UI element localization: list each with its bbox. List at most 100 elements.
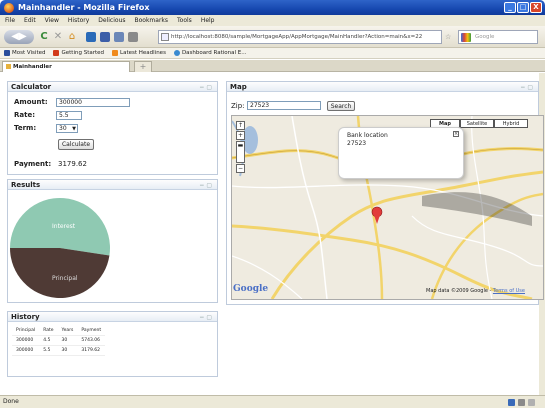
map-info-window: Bank location 27523 × [338, 127, 464, 179]
calculator-panel: Calculator −▢ Amount: 300000 Rate: 5.5 T… [7, 81, 218, 175]
menu-bar: File Edit View History Delicious Bookmar… [0, 15, 545, 26]
menu-help[interactable]: Help [201, 15, 215, 26]
bookmarks-bar: Most Visited Getting Started Latest Head… [0, 48, 545, 59]
results-header: Results −▢ [8, 180, 217, 190]
table-cell: 5743.06 [77, 335, 106, 346]
rss-icon [112, 50, 119, 56]
status-text: Done [3, 398, 19, 405]
menu-history[interactable]: History [68, 15, 89, 26]
history-table: Principal Rate Years Payment 300000 4.5 … [12, 326, 106, 356]
minimize-button[interactable]: _ [504, 2, 516, 13]
status-bar: Done [0, 395, 545, 408]
menu-bookmarks[interactable]: Bookmarks [135, 15, 169, 26]
table-cell: 300000 [12, 335, 40, 346]
delicious-icon[interactable] [86, 32, 96, 42]
chevron-down-icon: ▼ [72, 126, 76, 132]
rate-label: Rate: [14, 111, 36, 119]
rate-field[interactable]: 5.5 [56, 111, 82, 120]
column-header: Principal [12, 326, 40, 336]
back-forward-button[interactable]: ◀▶ [4, 30, 34, 44]
bookmark-dashboard[interactable]: Dashboard Rational E... [173, 48, 247, 58]
info-close-icon[interactable]: × [453, 131, 459, 137]
new-tab-button[interactable]: + [134, 61, 152, 72]
bookmark-most-visited[interactable]: Most Visited [4, 48, 45, 58]
panel-controls-icon[interactable]: −▢ [199, 83, 214, 93]
tab-mainhandler[interactable]: Mainhandler [2, 61, 130, 72]
pie-label-interest: Interest [52, 223, 76, 230]
dashboard-icon [173, 50, 180, 56]
term-value: 30 [59, 125, 67, 132]
pie-label-principal: Principal [52, 275, 78, 282]
search-input[interactable]: Google [458, 30, 538, 44]
home-icon[interactable]: ⌂ [66, 30, 78, 44]
bookmark-icon[interactable] [100, 32, 110, 42]
info-window-title: Bank location [347, 132, 388, 139]
tab-strip: Mainhandler + [0, 60, 545, 72]
bookmark-getting-started[interactable]: Getting Started [53, 48, 104, 58]
zoom-in-button[interactable]: + [236, 131, 245, 140]
calculate-button[interactable]: Calculate [58, 139, 94, 150]
stop-icon[interactable]: ✕ [52, 30, 64, 44]
history-header: History −▢ [8, 312, 217, 322]
most-visited-icon [4, 50, 10, 56]
menu-file[interactable]: File [5, 15, 15, 26]
delicious-status-icon[interactable] [508, 399, 515, 406]
map-copyright-text: Map data ©2009 Google - [426, 288, 493, 294]
navigation-toolbar: ◀▶ C ✕ ⌂ http://localhost:8080/sample/Mo… [0, 26, 545, 48]
address-bar[interactable]: http://localhost:8080/sample/MortgageApp… [158, 30, 442, 44]
tab-label: Mainhandler [13, 64, 52, 70]
menu-view[interactable]: View [45, 15, 59, 26]
google-map[interactable]: ↑ + ▬ − Map Satellite Hybrid Bank locati… [231, 115, 544, 300]
payment-label: Payment: [14, 160, 52, 168]
column-header: Rate [39, 326, 58, 336]
close-window-button[interactable]: X [530, 2, 542, 13]
table-cell: 300000 [12, 345, 40, 356]
pan-up-icon[interactable]: ↑ [236, 121, 245, 130]
search-placeholder: Google [475, 34, 495, 40]
payment-value: 3179.62 [58, 160, 87, 168]
results-panel: Results −▢ Interest Principal [7, 179, 218, 303]
results-title: Results [11, 181, 41, 189]
window-title-bar: Mainhandler - Mozilla Firefox _ □ X [0, 0, 545, 15]
bookmark-latest-headlines[interactable]: Latest Headlines [112, 48, 166, 58]
addon-status-icon[interactable] [518, 399, 525, 406]
map-search-button[interactable]: Search [327, 101, 355, 111]
zip-label: Zip: [231, 102, 245, 110]
term-label: Term: [14, 124, 37, 132]
results-pie-chart [10, 197, 110, 298]
panel-controls-icon[interactable]: −▢ [520, 83, 535, 93]
table-cell: 3179.62 [77, 345, 106, 356]
google-icon [461, 33, 471, 42]
menu-delicious[interactable]: Delicious [98, 15, 125, 26]
map-type-hybrid-button[interactable]: Hybrid [494, 119, 528, 128]
panel-controls-icon[interactable]: −▢ [199, 313, 214, 323]
resize-grip-icon [528, 399, 535, 406]
map-type-satellite-button[interactable]: Satellite [460, 119, 494, 128]
menu-edit[interactable]: Edit [24, 15, 36, 26]
table-cell: 4.5 [39, 335, 58, 346]
menu-tools[interactable]: Tools [177, 15, 192, 26]
map-copyright: Map data ©2009 Google - Terms of Use [426, 288, 525, 294]
calculator-header: Calculator −▢ [8, 82, 217, 92]
terms-of-use-link[interactable]: Terms of Use [493, 288, 525, 294]
amount-field[interactable]: 300000 [56, 98, 130, 107]
history-title: History [11, 313, 40, 321]
maximize-button[interactable]: □ [517, 2, 529, 13]
term-select[interactable]: 30 ▼ [56, 124, 78, 133]
map-zoom-control: ↑ + ▬ − [236, 121, 245, 174]
info-window-zip: 27523 [347, 140, 367, 147]
column-header: Payment [77, 326, 106, 336]
page-content: Calculator −▢ Amount: 300000 Rate: 5.5 T… [0, 73, 545, 395]
calculator-title: Calculator [11, 83, 52, 91]
bookmark-star-icon[interactable]: ☆ [445, 33, 451, 41]
table-cell: 5.5 [39, 345, 58, 356]
map-panel: Map −▢ Zip: 27523 Search ↑ + ▬ − Map Sat… [226, 81, 544, 305]
window-title: Mainhandler - Mozilla Firefox [18, 3, 150, 12]
table-cell: 30 [57, 345, 78, 356]
zip-field[interactable]: 27523 [247, 101, 321, 110]
tag-icon[interactable] [114, 32, 124, 42]
print-icon[interactable] [128, 32, 138, 42]
zoom-slider[interactable]: ▬ [236, 141, 245, 163]
reload-icon[interactable]: C [38, 30, 50, 44]
zoom-out-button[interactable]: − [236, 164, 245, 173]
